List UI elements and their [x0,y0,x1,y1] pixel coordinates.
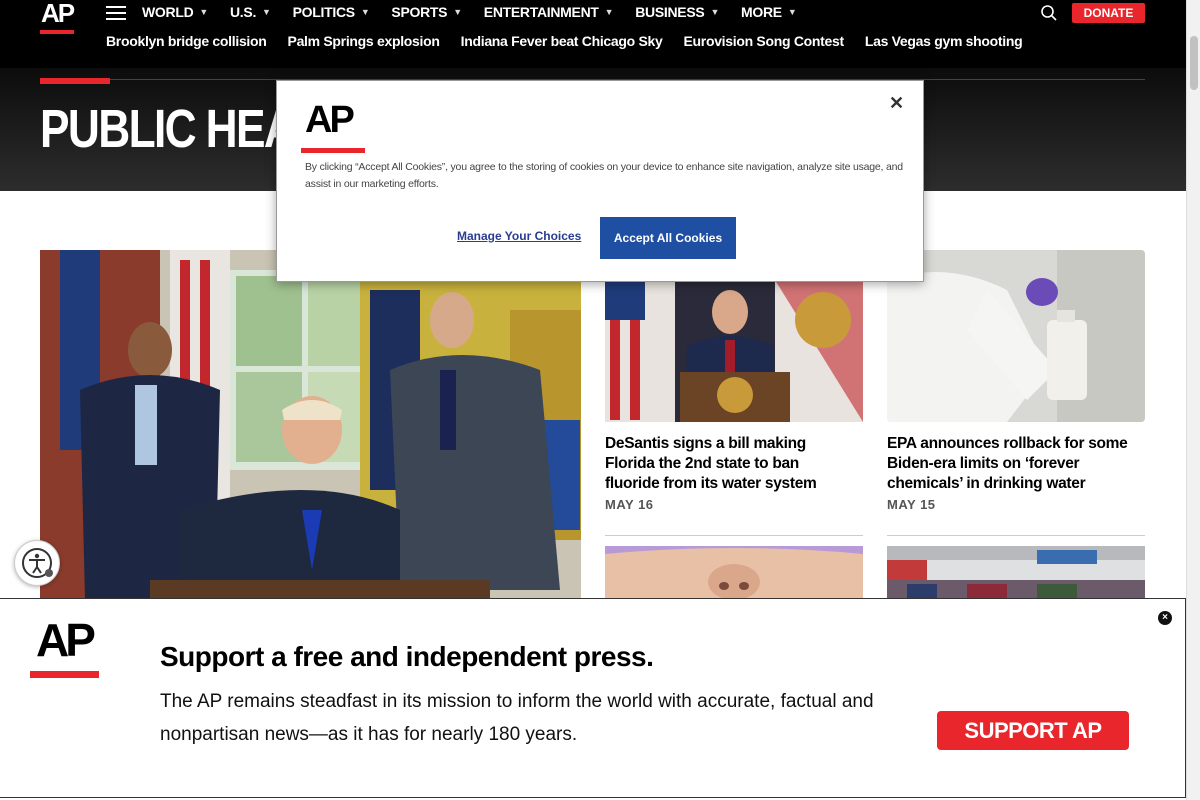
nav-label: ENTERTAINMENT [483,4,599,20]
ap-logo-text: AP [41,0,75,28]
nav-us[interactable]: U.S. ▼ [230,4,271,20]
chevron-down-icon: ▼ [262,7,271,17]
page-title: PUBLIC HEA [40,99,296,159]
chevron-down-icon: ▼ [199,7,208,17]
trending-link[interactable]: Eurovision Song Contest [684,33,845,49]
nav-entertainment[interactable]: ENTERTAINMENT ▼ [483,4,614,20]
story-image[interactable] [605,546,863,600]
nav-label: SPORTS [391,4,448,20]
trending-link[interactable]: Las Vegas gym shooting [865,33,1023,49]
nav-label: WORLD [142,4,194,20]
accept-all-cookies-button[interactable]: Accept All Cookies [600,217,736,259]
chevron-down-icon: ▼ [360,7,370,17]
cookie-consent-dialog: AP ✕ By clicking “Accept All Cookies”, y… [276,80,924,282]
chevron-down-icon: ▼ [787,7,797,17]
menu-icon[interactable] [106,6,126,20]
nav-business[interactable]: BUSINESS ▼ [635,4,719,20]
ap-logo-underline [30,671,99,678]
ap-logo-underline [301,148,365,153]
ap-logo: AP [305,99,355,141]
donate-button[interactable]: DONATE [1072,3,1145,23]
top-navigation-bar: AP WORLD ▼ U.S. ▼ POLITICS ▼ SPORTS ▼ ENTERT… [0,0,1200,68]
divider [887,535,1145,536]
nav-more[interactable]: MORE ▼ [741,4,797,20]
ap-logo: AP [36,614,96,666]
ap-logo[interactable]: AP [40,0,75,34]
scrollbar-thumb[interactable] [1190,36,1198,90]
close-icon[interactable]: ✕ [889,93,904,114]
banner-body-text: The AP remains steadfast in its mission … [160,691,874,745]
nav-world[interactable]: WORLD ▼ [142,4,208,20]
nav-sports[interactable]: SPORTS ▼ [391,4,462,20]
support-ap-button[interactable]: SUPPORT AP [937,711,1129,750]
nav-label: BUSINESS [635,4,705,20]
manage-choices-link[interactable]: Manage Your Choices [457,229,581,243]
trending-link[interactable]: Brooklyn bridge collision [106,33,267,49]
nav-label: U.S. [230,4,257,20]
cookie-consent-text: By clicking “Accept All Cookies”, you ag… [305,161,903,190]
story-headline[interactable]: EPA announces rollback for some Biden-er… [887,434,1139,494]
banner-headline: Support a free and independent press. [160,641,654,672]
nav-label: MORE [741,4,782,20]
chevron-down-icon: ▼ [453,7,462,17]
trending-links: Brooklyn bridge collision Palm Springs e… [106,33,1043,49]
chevron-down-icon: ▼ [604,7,614,17]
ap-logo-underline [40,30,74,34]
story-image[interactable] [887,546,1145,600]
close-icon[interactable]: × [1158,611,1172,625]
nav-politics[interactable]: POLITICS ▼ [293,4,370,20]
divider [605,535,863,536]
story-date: MAY 16 [605,497,654,512]
chevron-down-icon: ▼ [710,7,720,17]
trending-link[interactable]: Indiana Fever beat Chicago Sky [461,33,663,49]
story-image[interactable] [887,250,1145,422]
support-banner: AP Support a free and independent press.… [0,598,1186,798]
trending-link[interactable]: Palm Springs explosion [288,33,440,49]
accent-bar [40,78,110,84]
story-headline[interactable]: DeSantis signs a bill making Florida the… [605,434,857,494]
accessibility-button[interactable] [14,540,60,586]
scrollbar[interactable] [1186,0,1200,800]
search-icon[interactable] [1040,4,1058,22]
accessibility-icon [22,548,53,578]
lead-story-image[interactable] [40,250,581,600]
story-date: MAY 15 [887,497,936,512]
nav-label: POLITICS [292,4,355,20]
main-nav: WORLD ▼ U.S. ▼ POLITICS ▼ SPORTS ▼ ENTERTAIN… [142,4,818,20]
